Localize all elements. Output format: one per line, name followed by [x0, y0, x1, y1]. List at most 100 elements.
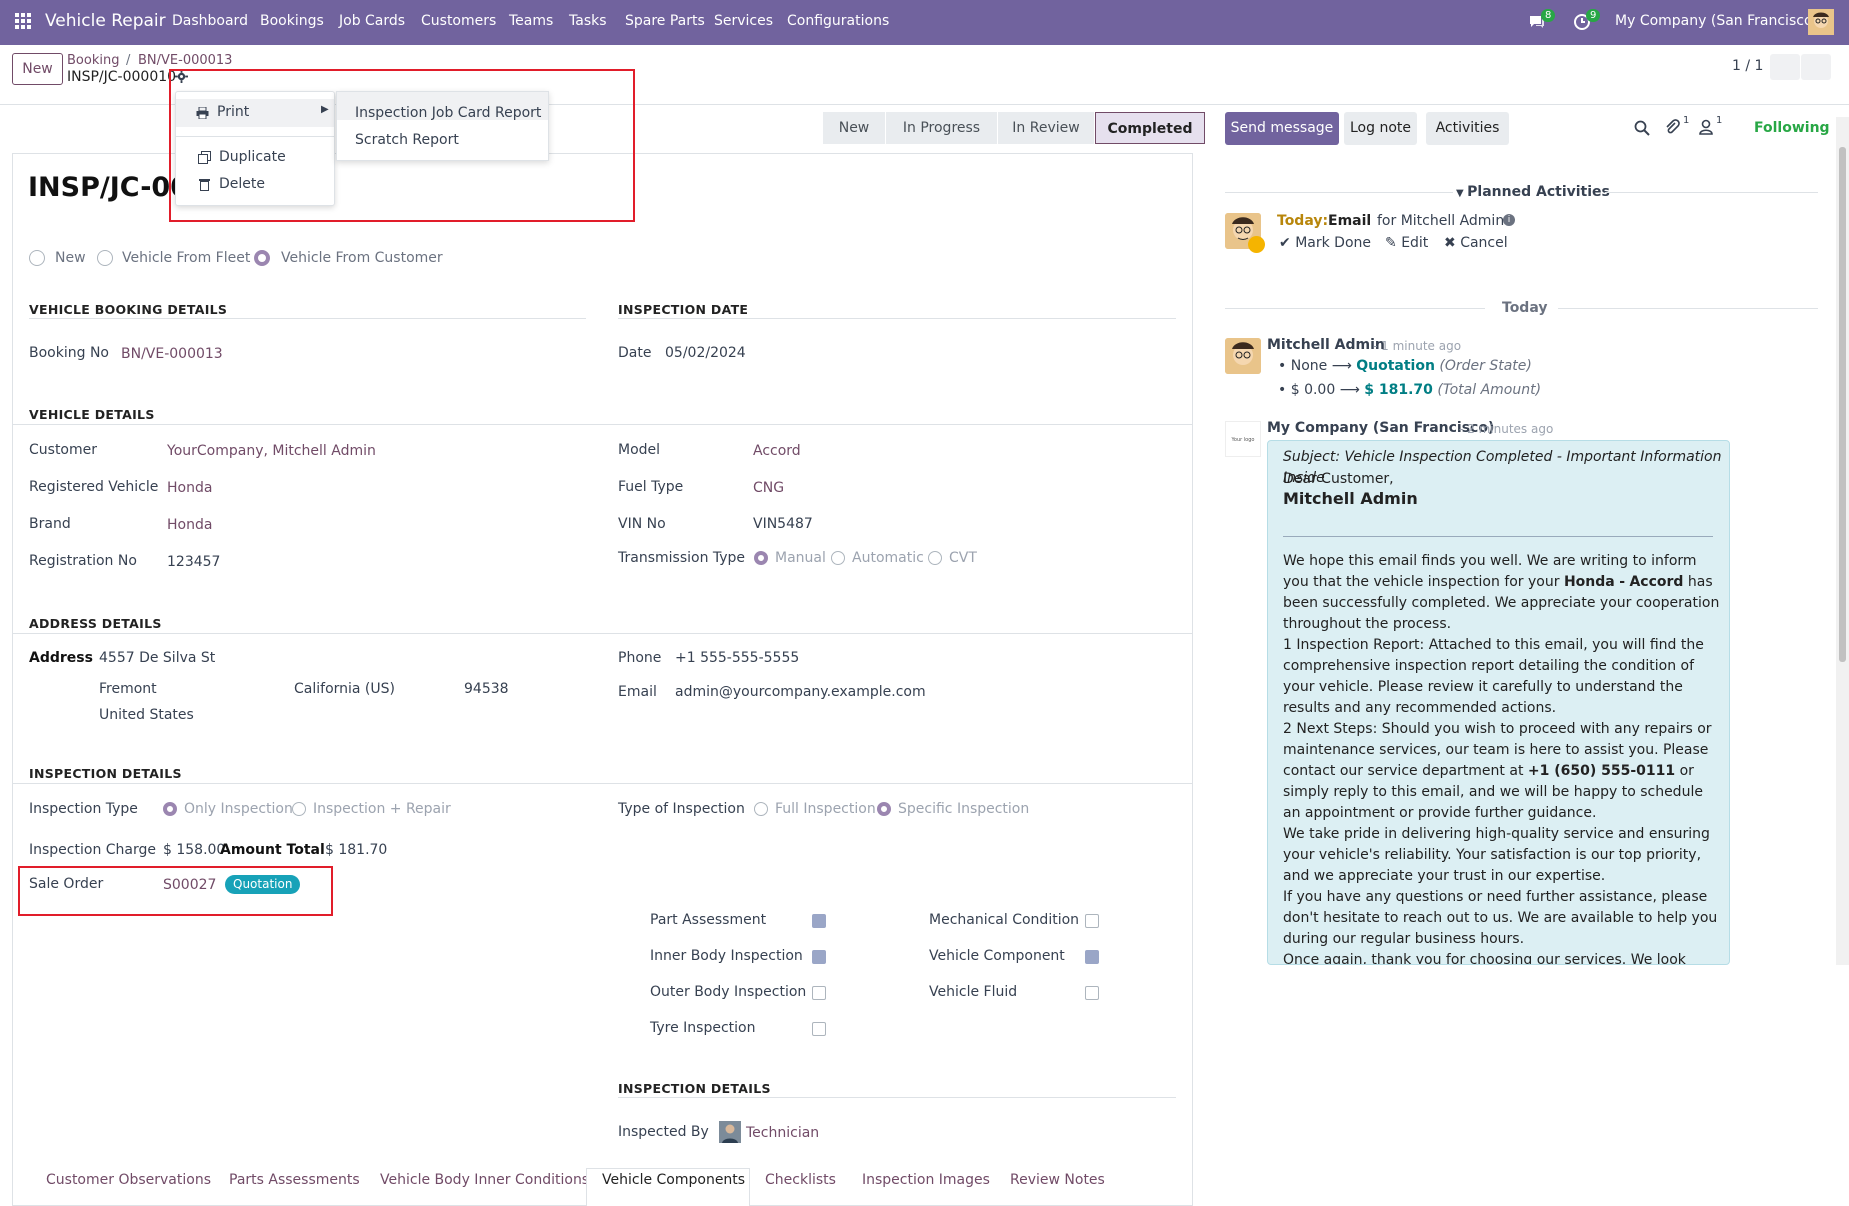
menu-tasks[interactable]: Tasks — [569, 13, 607, 29]
transmission-label-manual: Manual — [775, 550, 826, 566]
source-radio-fleet[interactable] — [97, 250, 113, 266]
check-vehicle-component[interactable] — [1085, 950, 1099, 964]
street-value[interactable]: 4557 De Silva St — [99, 650, 215, 666]
messages-count: 8 — [1541, 9, 1556, 22]
email-paragraph-6: Once again, thank you for choosing our s… — [1283, 952, 1686, 965]
stage-completed[interactable]: Completed — [1095, 112, 1205, 144]
inspected-by-link[interactable]: Technician — [746, 1125, 819, 1141]
activities-button[interactable]: 9 — [1573, 9, 1601, 35]
state-value[interactable]: California (US) — [294, 681, 395, 697]
tab-parts-assessments[interactable]: Parts Assessments — [229, 1172, 360, 1188]
section-booking-details: VEHICLE BOOKING DETAILS — [29, 302, 228, 317]
inspection-charge-value[interactable]: $ 158.00 — [163, 842, 225, 858]
stage-in-review[interactable]: In Review — [998, 112, 1094, 144]
check-vehicle-fluid[interactable] — [1085, 986, 1099, 1000]
type-of-inspection-radio-specific[interactable] — [877, 802, 891, 816]
follower-icon[interactable] — [1698, 119, 1714, 135]
divider — [618, 1097, 1176, 1098]
cancel-activity-button[interactable]: ✖ Cancel — [1444, 235, 1508, 251]
pager-previous-button[interactable] — [1770, 54, 1800, 80]
transmission-radio-manual[interactable] — [754, 551, 768, 565]
stage-new[interactable]: New — [823, 112, 885, 144]
customer-link[interactable]: YourCompany, Mitchell Admin — [167, 443, 376, 459]
transmission-radio-cvt[interactable] — [928, 551, 942, 565]
paperclip-icon[interactable] — [1664, 119, 1680, 135]
message-avatar — [1225, 338, 1261, 374]
check-mechanical-condition[interactable] — [1085, 914, 1099, 928]
date-value[interactable]: 05/02/2024 — [665, 345, 746, 361]
menu-spare-parts[interactable]: Spare Parts — [625, 13, 705, 29]
status-bar: New In Progress In Review Completed — [823, 112, 1205, 144]
search-icon[interactable] — [1634, 120, 1650, 136]
booking-no-link[interactable]: BN/VE-000013 — [121, 346, 223, 362]
source-radio-customer[interactable] — [254, 250, 270, 266]
send-message-button[interactable]: Send message — [1225, 112, 1339, 145]
country-value[interactable]: United States — [99, 707, 194, 723]
zip-value[interactable]: 94538 — [464, 681, 509, 697]
tab-inspection-images[interactable]: Inspection Images — [862, 1172, 990, 1188]
registration-no-value[interactable]: 123457 — [167, 554, 220, 570]
check-tyre[interactable] — [812, 1022, 826, 1036]
menu-services[interactable]: Services — [714, 13, 773, 29]
menu-teams[interactable]: Teams — [509, 13, 553, 29]
vin-value[interactable]: VIN5487 — [753, 516, 813, 532]
user-avatar-icon — [1808, 9, 1834, 35]
menu-job-cards[interactable]: Job Cards — [339, 13, 405, 29]
chatter-scrollbar[interactable] — [1836, 117, 1849, 965]
user-avatar[interactable] — [1808, 9, 1834, 35]
menu-configurations[interactable]: Configurations — [787, 13, 889, 29]
company-logo: Your logo — [1225, 421, 1261, 457]
tab-vehicle-body-inner-conditions[interactable]: Vehicle Body Inner Conditions — [380, 1172, 589, 1188]
check-outer-body[interactable] — [812, 986, 826, 1000]
scrollbar-thumb[interactable] — [1839, 147, 1846, 662]
planned-activities-toggle[interactable]: ▼ Planned Activities — [1456, 184, 1610, 200]
app-name[interactable]: Vehicle Repair — [45, 11, 166, 31]
check-part-assessment[interactable] — [812, 914, 826, 928]
breadcrumb-booking-no[interactable]: BN/VE-000013 — [138, 53, 232, 68]
pager-next-button[interactable] — [1801, 54, 1831, 80]
edit-activity-button[interactable]: ✎ Edit — [1385, 235, 1428, 251]
menu-bookings[interactable]: Bookings — [260, 13, 324, 29]
info-icon[interactable]: i — [1503, 214, 1515, 226]
inspection-type-radio-only[interactable] — [163, 802, 177, 816]
check-inner-body[interactable] — [812, 950, 826, 964]
company-switcher[interactable]: My Company (San Francisco) — [1615, 13, 1818, 29]
phone-value[interactable]: +1 555-555-5555 — [675, 650, 799, 666]
mark-done-button[interactable]: ✔ Mark Done — [1279, 235, 1371, 251]
breadcrumb-booking[interactable]: Booking — [67, 53, 119, 68]
tab-review-notes[interactable]: Review Notes — [1010, 1172, 1105, 1188]
registered-vehicle-link[interactable]: Honda — [167, 480, 212, 496]
sale-order-label: Sale Order — [29, 876, 104, 892]
transmission-label: Transmission Type — [618, 550, 746, 566]
email-greeting: Dear Customer, — [1283, 471, 1394, 487]
menu-customers[interactable]: Customers — [421, 13, 496, 29]
brand-link[interactable]: Honda — [167, 517, 212, 533]
source-radio-new[interactable] — [29, 250, 45, 266]
model-label: Model — [618, 442, 661, 458]
city-value[interactable]: Fremont — [99, 681, 157, 697]
app-grid-icon[interactable] — [14, 12, 32, 30]
message-author[interactable]: Mitchell Admin — [1267, 337, 1385, 353]
log-note-button[interactable]: Log note — [1344, 112, 1417, 145]
following-status[interactable]: Following — [1754, 120, 1830, 136]
inspection-type-radio-repair[interactable] — [292, 802, 306, 816]
new-button[interactable]: New — [12, 53, 63, 85]
tab-checklists[interactable]: Checklists — [765, 1172, 836, 1188]
top-navbar: Vehicle Repair Dashboard Bookings Job Ca… — [0, 0, 1849, 45]
type-of-inspection-radio-full[interactable] — [754, 802, 768, 816]
messages-button[interactable]: 8 — [1528, 9, 1556, 35]
email-value[interactable]: admin@yourcompany.example.com — [675, 684, 926, 700]
source-label-customer: Vehicle From Customer — [281, 250, 443, 266]
arrow-right-icon: ⟶ — [1331, 358, 1352, 374]
tab-customer-observations[interactable]: Customer Observations — [46, 1172, 211, 1188]
fuel-type-link[interactable]: CNG — [753, 480, 784, 496]
sale-order-link[interactable]: S00027 — [163, 877, 216, 893]
model-link[interactable]: Accord — [753, 443, 801, 459]
transmission-radio-automatic[interactable] — [831, 551, 845, 565]
check-label-tyre: Tyre Inspection — [650, 1020, 756, 1036]
action-menu-highlight — [169, 69, 635, 222]
activities-button-chatter[interactable]: Activities — [1426, 112, 1509, 145]
menu-dashboard[interactable]: Dashboard — [172, 13, 248, 29]
tab-vehicle-components[interactable]: Vehicle Components — [602, 1172, 745, 1188]
stage-in-progress[interactable]: In Progress — [886, 112, 997, 144]
